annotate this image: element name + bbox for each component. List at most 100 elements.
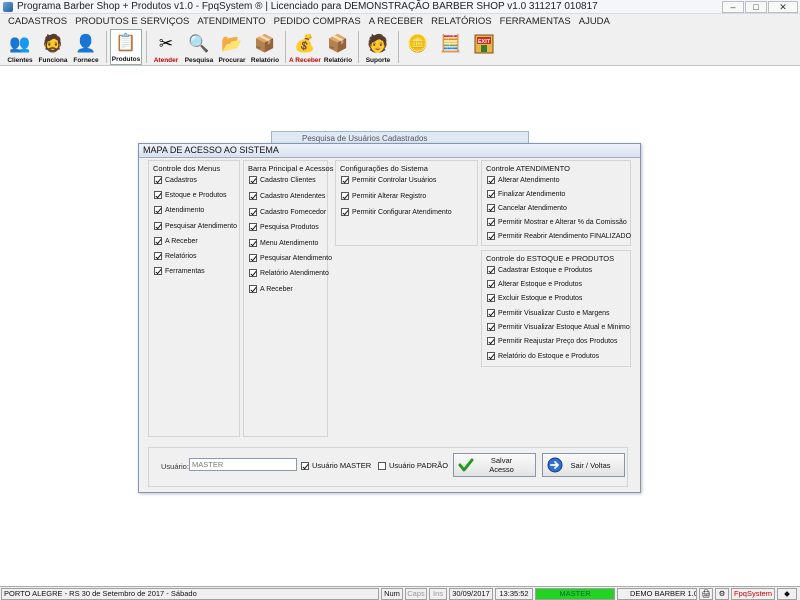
checkbox-box[interactable] bbox=[487, 323, 495, 331]
checkbox-box[interactable] bbox=[154, 237, 162, 245]
checkbox-box[interactable] bbox=[249, 239, 257, 247]
menu-bar: CADASTROS PRODUTOS E SERVIÇOS ATENDIMENT… bbox=[0, 14, 800, 28]
checkbox-box[interactable] bbox=[154, 252, 162, 260]
checkbox-controlar-usuarios[interactable]: Permitir Controlar Usuários bbox=[341, 176, 436, 184]
toolbar-exit-button[interactable]: EXIT bbox=[468, 29, 500, 65]
checkbox-box[interactable] bbox=[154, 222, 162, 230]
tools-icon[interactable]: ⚙ bbox=[715, 588, 729, 600]
checkbox-label: Alterar Estoque e Produtos bbox=[498, 280, 583, 288]
checkbox-box[interactable] bbox=[154, 267, 162, 275]
checkbox-visualizar-estoque[interactable]: Permitir Visualizar Estoque Atual e Mini… bbox=[487, 323, 630, 331]
checkbox-box[interactable] bbox=[249, 192, 257, 200]
checkbox-box[interactable] bbox=[154, 176, 162, 184]
menu-produtos-servicos[interactable]: PRODUTOS E SERVIÇOS bbox=[71, 16, 193, 27]
checkbox-a-receber-barra[interactable]: A Receber bbox=[249, 285, 293, 293]
menu-a-receber[interactable]: A RECEBER bbox=[365, 16, 427, 27]
checkbox-relatorio-atendimento[interactable]: Relatório Atendimento bbox=[249, 269, 329, 277]
maximize-button[interactable]: □ bbox=[745, 1, 767, 13]
checkbox-box[interactable] bbox=[301, 461, 309, 470]
checkbox-box[interactable] bbox=[487, 218, 495, 226]
menu-ferramentas[interactable]: FERRAMENTAS bbox=[496, 16, 575, 27]
checkbox-atendimento[interactable]: Atendimento bbox=[154, 206, 204, 214]
checkbox-box[interactable] bbox=[249, 269, 257, 277]
checkbox-cadastrar-estoque[interactable]: Cadastrar Estoque e Produtos bbox=[487, 266, 592, 274]
checkbox-label: Cadastro Atendentes bbox=[260, 192, 326, 200]
checkbox-box[interactable] bbox=[341, 176, 349, 184]
checkbox-excluir-estoque[interactable]: Excluir Estoque e Produtos bbox=[487, 294, 582, 302]
checkbox-cadastro-atendentes[interactable]: Cadastro Atendentes bbox=[249, 192, 325, 200]
checkbox-configurar-atendimento[interactable]: Permitir Configurar Atendimento bbox=[341, 208, 452, 216]
toolbar-funciona-button[interactable]: 🧔 Funciona bbox=[37, 29, 69, 65]
checkbox-a-receber[interactable]: A Receber bbox=[154, 237, 198, 245]
toolbar-produtos-button[interactable]: 📋 Produtos bbox=[110, 29, 142, 65]
checkbox-box[interactable] bbox=[487, 232, 495, 240]
checkbox-box[interactable] bbox=[249, 208, 257, 216]
checkbox-box[interactable] bbox=[487, 266, 495, 274]
toolbar-relatorio2-button[interactable]: 📦 Relatório bbox=[322, 29, 354, 65]
checkbox-pesquisar-atendimento-barra[interactable]: Pesquisar Atendimento bbox=[249, 254, 332, 262]
exit-back-button[interactable]: Sair / Voltas bbox=[542, 453, 625, 477]
toolbar-clientes-button[interactable]: 👥 Clientes bbox=[4, 29, 36, 65]
toolbar-fornece-button[interactable]: 👤 Fornece bbox=[70, 29, 102, 65]
menu-ajuda[interactable]: AJUDA bbox=[575, 16, 614, 27]
checkbox-box[interactable] bbox=[249, 176, 257, 184]
checkbox-box[interactable] bbox=[487, 337, 495, 345]
checkbox-relatorio-estoque[interactable]: Relatório do Estoque e Produtos bbox=[487, 352, 599, 360]
checkbox-cancelar-atendimento[interactable]: Cancelar Atendimento bbox=[487, 204, 567, 212]
checkbox-usuario-master[interactable]: Usuário MASTER bbox=[301, 461, 371, 470]
toolbar-relatorio-button[interactable]: 📦 Relatório bbox=[249, 29, 281, 65]
checkbox-box[interactable] bbox=[154, 206, 162, 214]
checkbox-cadastro-clientes[interactable]: Cadastro Clientes bbox=[249, 176, 316, 184]
checkbox-box[interactable] bbox=[487, 280, 495, 288]
checkbox-menu-atendimento[interactable]: Menu Atendimento bbox=[249, 239, 318, 247]
checkbox-visualizar-custo[interactable]: Permitir Visualizar Custo e Margens bbox=[487, 309, 610, 317]
save-access-button[interactable]: Salvar Acesso bbox=[453, 453, 536, 477]
checkbox-finalizar-atendimento[interactable]: Finalizar Atendimento bbox=[487, 190, 565, 198]
toolbar-procurar-button[interactable]: 📂 Procurar bbox=[216, 29, 248, 65]
checkbox-box[interactable] bbox=[487, 294, 495, 302]
toolbar-suporte-button[interactable]: 🧑 Suporte bbox=[362, 29, 394, 65]
checkbox-reajustar-preco[interactable]: Permitir Reajustar Preço dos Produtos bbox=[487, 337, 617, 345]
checkbox-alterar-atendimento[interactable]: Alterar Atendimento bbox=[487, 176, 559, 184]
checkbox-box[interactable] bbox=[487, 176, 495, 184]
checkbox-cadastro-fornecedor[interactable]: Cadastro Fornecedor bbox=[249, 208, 326, 216]
checkbox-ferramentas[interactable]: Ferramentas bbox=[154, 267, 205, 275]
toolbar-pesquisa-button[interactable]: 🔍 Pesquisa bbox=[183, 29, 215, 65]
checkbox-alterar-registro[interactable]: Permitir Alterar Registro bbox=[341, 192, 426, 200]
close-button[interactable]: ✕ bbox=[768, 1, 798, 13]
checkbox-estoque-produtos[interactable]: Estoque e Produtos bbox=[154, 191, 227, 199]
menu-relatorios[interactable]: RELATÓRIOS bbox=[427, 16, 496, 27]
toolbar-coins-button[interactable]: 🪙 bbox=[402, 29, 434, 65]
toolbar-atender-button[interactable]: ✂ Atender bbox=[150, 29, 182, 65]
checkbox-box[interactable] bbox=[487, 190, 495, 198]
checkbox-reabrir-atendimento[interactable]: Permitir Reabrir Atendimento FINALIZADO bbox=[487, 232, 631, 240]
checkbox-mostrar-comissao[interactable]: Permitir Mostrar e Alterar % da Comissão bbox=[487, 218, 627, 226]
checkbox-box[interactable] bbox=[378, 461, 386, 470]
checkbox-pesquisar-atendimento[interactable]: Pesquisar Atendimento bbox=[154, 222, 237, 230]
minimize-button[interactable]: – bbox=[722, 1, 744, 13]
menu-pedido-compras[interactable]: PEDIDO COMPRAS bbox=[270, 16, 365, 27]
checkbox-box[interactable] bbox=[487, 309, 495, 317]
checkmark-icon bbox=[458, 457, 474, 473]
checkbox-box[interactable] bbox=[341, 208, 349, 216]
printer-icon[interactable]: 🖨 bbox=[699, 588, 713, 600]
checkbox-usuario-padrao[interactable]: Usuário PADRÃO bbox=[378, 461, 448, 470]
checkbox-box[interactable] bbox=[487, 352, 495, 360]
checkbox-box[interactable] bbox=[487, 204, 495, 212]
checkbox-label: Permitir Mostrar e Alterar % da Comissão bbox=[498, 218, 627, 226]
menu-atendimento[interactable]: ATENDIMENTO bbox=[193, 16, 269, 27]
checkbox-alterar-estoque[interactable]: Alterar Estoque e Produtos bbox=[487, 280, 582, 288]
checkbox-box[interactable] bbox=[249, 285, 257, 293]
checkbox-pesquisa-produtos[interactable]: Pesquisa Produtos bbox=[249, 223, 319, 231]
checkbox-box[interactable] bbox=[154, 191, 162, 199]
checkbox-cadastros[interactable]: Cadastros bbox=[154, 176, 197, 184]
toolbar-label: Clientes bbox=[7, 57, 33, 64]
menu-cadastros[interactable]: CADASTROS bbox=[4, 16, 71, 27]
checkbox-relatorios[interactable]: Relatórios bbox=[154, 252, 197, 260]
toolbar-a-receber-button[interactable]: 💰 A Receber bbox=[289, 29, 321, 65]
user-field[interactable] bbox=[189, 458, 297, 471]
checkbox-box[interactable] bbox=[249, 223, 257, 231]
toolbar-calculator-button[interactable]: 🧮 bbox=[435, 29, 467, 65]
checkbox-box[interactable] bbox=[249, 254, 257, 262]
checkbox-box[interactable] bbox=[341, 192, 349, 200]
